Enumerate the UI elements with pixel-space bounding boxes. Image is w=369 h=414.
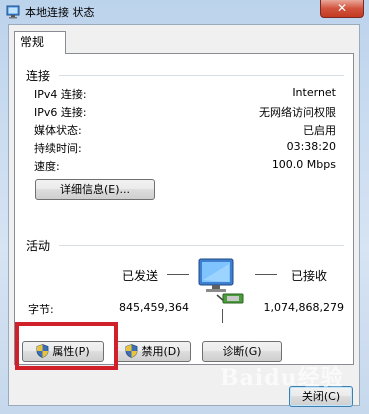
- title-bar: 本地连接 状态 ✕: [0, 0, 369, 24]
- disable-button-label: 禁用(D): [141, 345, 181, 358]
- duration-label: 持续时间:: [34, 142, 82, 155]
- close-icon: ✕: [336, 1, 348, 15]
- network-connection-icon: [6, 5, 20, 19]
- speed-value: 100.0 Mbps: [271, 158, 336, 171]
- received-label: 已接收: [291, 269, 328, 283]
- watermark: Baidu经验: [220, 365, 344, 391]
- speed-label: 速度:: [34, 160, 60, 173]
- ipv6-label: IPv6 连接:: [34, 106, 87, 119]
- network-activity-icon: [198, 258, 244, 304]
- ipv4-value: Internet: [292, 86, 336, 99]
- ipv4-label: IPv4 连接:: [34, 88, 87, 101]
- uac-shield-icon: [126, 344, 138, 358]
- window-title: 本地连接 状态: [25, 6, 95, 19]
- bytes-label: 字节:: [28, 303, 54, 316]
- bytes-sent-value: 845,459,364: [119, 301, 189, 314]
- activity-divider: [59, 245, 344, 246]
- media-state-label: 媒体状态:: [34, 124, 82, 137]
- ipv6-value: 无网络访问权限: [259, 106, 336, 119]
- activity-vertical-line: [222, 309, 223, 323]
- general-panel: 连接 IPv4 连接: Internet IPv6 连接: 无网络访问权限 媒体…: [14, 53, 354, 365]
- bytes-received-value: 1,074,868,279: [263, 301, 344, 314]
- sent-line: [167, 274, 189, 275]
- media-state-value: 已启用: [303, 124, 336, 137]
- close-window-button[interactable]: ✕: [320, 0, 364, 18]
- diagnose-button[interactable]: 诊断(G): [202, 341, 282, 362]
- tab-general[interactable]: 常规: [14, 31, 66, 54]
- activity-section-label: 活动: [26, 239, 51, 253]
- duration-value: 03:38:20: [286, 140, 336, 153]
- connection-divider: [59, 75, 344, 76]
- received-line: [255, 274, 277, 275]
- disable-button[interactable]: 禁用(D): [115, 341, 191, 362]
- connection-section-label: 连接: [26, 69, 51, 83]
- annotation-highlight-box: [15, 322, 118, 370]
- sent-label: 已发送: [122, 269, 159, 283]
- details-button[interactable]: 详细信息(E)...: [35, 179, 155, 200]
- status-window: 本地连接 状态 ✕ 常规 连接 IPv4 连接: Internet IPv6 连…: [0, 0, 369, 414]
